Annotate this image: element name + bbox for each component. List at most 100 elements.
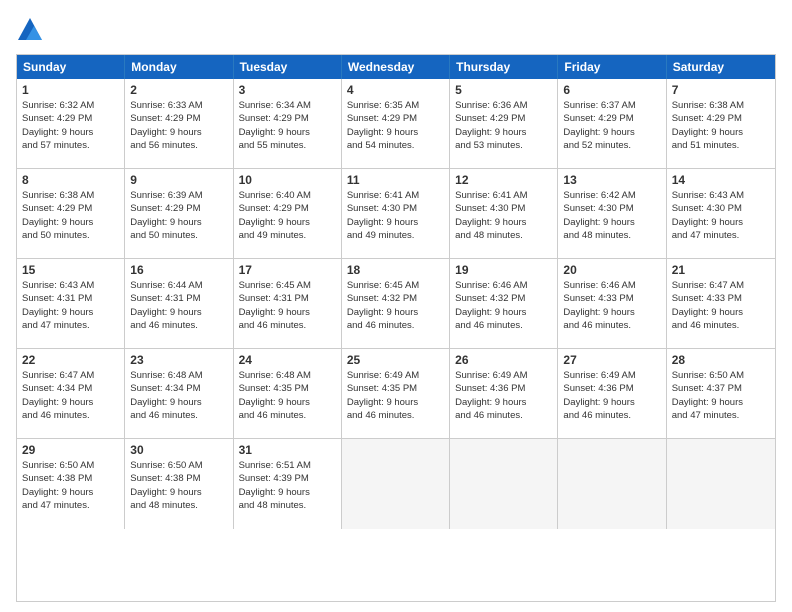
cell-info-line: Sunset: 4:33 PM: [563, 292, 660, 305]
logo-icon: [16, 16, 44, 44]
cell-info-line: and 46 minutes.: [22, 409, 119, 422]
cell-info-line: Daylight: 9 hours: [672, 396, 770, 409]
calendar-cell: 10Sunrise: 6:40 AMSunset: 4:29 PMDayligh…: [234, 169, 342, 258]
cell-info-line: and 47 minutes.: [22, 319, 119, 332]
cell-info-line: Sunrise: 6:47 AM: [22, 369, 119, 382]
calendar-cell: 23Sunrise: 6:48 AMSunset: 4:34 PMDayligh…: [125, 349, 233, 438]
cell-info-line: Sunset: 4:32 PM: [455, 292, 552, 305]
cell-info-line: Sunset: 4:30 PM: [347, 202, 444, 215]
calendar-week-2: 8Sunrise: 6:38 AMSunset: 4:29 PMDaylight…: [17, 169, 775, 259]
calendar-cell: 2Sunrise: 6:33 AMSunset: 4:29 PMDaylight…: [125, 79, 233, 168]
cell-info-line: Sunset: 4:33 PM: [672, 292, 770, 305]
cell-info-line: Sunrise: 6:35 AM: [347, 99, 444, 112]
cell-info-line: and 46 minutes.: [455, 319, 552, 332]
calendar-body: 1Sunrise: 6:32 AMSunset: 4:29 PMDaylight…: [17, 79, 775, 529]
cell-info-line: Daylight: 9 hours: [130, 486, 227, 499]
cell-info-line: Sunrise: 6:50 AM: [672, 369, 770, 382]
cell-info-line: Sunset: 4:38 PM: [22, 472, 119, 485]
day-number: 19: [455, 263, 552, 277]
cell-info-line: Sunrise: 6:33 AM: [130, 99, 227, 112]
calendar-cell: 17Sunrise: 6:45 AMSunset: 4:31 PMDayligh…: [234, 259, 342, 348]
calendar-cell: [450, 439, 558, 529]
calendar-cell: 16Sunrise: 6:44 AMSunset: 4:31 PMDayligh…: [125, 259, 233, 348]
day-number: 21: [672, 263, 770, 277]
cell-info-line: Sunrise: 6:46 AM: [455, 279, 552, 292]
cell-info-line: Daylight: 9 hours: [563, 126, 660, 139]
cell-info-line: Daylight: 9 hours: [347, 396, 444, 409]
cell-info-line: Sunrise: 6:42 AM: [563, 189, 660, 202]
weekday-header-sunday: Sunday: [17, 55, 125, 79]
cell-info-line: Sunset: 4:34 PM: [130, 382, 227, 395]
cell-info-line: and 48 minutes.: [130, 499, 227, 512]
cell-info-line: and 52 minutes.: [563, 139, 660, 152]
cell-info-line: Sunset: 4:35 PM: [347, 382, 444, 395]
weekday-header-friday: Friday: [558, 55, 666, 79]
calendar-cell: 26Sunrise: 6:49 AMSunset: 4:36 PMDayligh…: [450, 349, 558, 438]
cell-info-line: Sunrise: 6:48 AM: [239, 369, 336, 382]
cell-info-line: and 46 minutes.: [239, 409, 336, 422]
cell-info-line: Sunset: 4:32 PM: [347, 292, 444, 305]
day-number: 25: [347, 353, 444, 367]
calendar-cell: 20Sunrise: 6:46 AMSunset: 4:33 PMDayligh…: [558, 259, 666, 348]
cell-info-line: Sunset: 4:29 PM: [563, 112, 660, 125]
weekday-header-saturday: Saturday: [667, 55, 775, 79]
cell-info-line: and 49 minutes.: [239, 229, 336, 242]
cell-info-line: and 57 minutes.: [22, 139, 119, 152]
day-number: 14: [672, 173, 770, 187]
calendar-cell: 12Sunrise: 6:41 AMSunset: 4:30 PMDayligh…: [450, 169, 558, 258]
cell-info-line: and 46 minutes.: [347, 409, 444, 422]
calendar-cell: 13Sunrise: 6:42 AMSunset: 4:30 PMDayligh…: [558, 169, 666, 258]
day-number: 3: [239, 83, 336, 97]
calendar-cell: 11Sunrise: 6:41 AMSunset: 4:30 PMDayligh…: [342, 169, 450, 258]
cell-info-line: Sunset: 4:29 PM: [239, 202, 336, 215]
cell-info-line: Sunset: 4:31 PM: [130, 292, 227, 305]
cell-info-line: Daylight: 9 hours: [455, 216, 552, 229]
cell-info-line: and 46 minutes.: [563, 409, 660, 422]
calendar-cell: 8Sunrise: 6:38 AMSunset: 4:29 PMDaylight…: [17, 169, 125, 258]
day-number: 22: [22, 353, 119, 367]
cell-info-line: and 48 minutes.: [563, 229, 660, 242]
calendar-cell: [667, 439, 775, 529]
cell-info-line: Sunset: 4:29 PM: [130, 112, 227, 125]
day-number: 5: [455, 83, 552, 97]
cell-info-line: Daylight: 9 hours: [239, 396, 336, 409]
cell-info-line: Sunset: 4:35 PM: [239, 382, 336, 395]
cell-info-line: Sunrise: 6:50 AM: [22, 459, 119, 472]
cell-info-line: and 47 minutes.: [22, 499, 119, 512]
cell-info-line: Sunrise: 6:44 AM: [130, 279, 227, 292]
cell-info-line: Sunrise: 6:45 AM: [347, 279, 444, 292]
cell-info-line: Sunset: 4:29 PM: [130, 202, 227, 215]
cell-info-line: and 55 minutes.: [239, 139, 336, 152]
cell-info-line: and 48 minutes.: [455, 229, 552, 242]
calendar-cell: 27Sunrise: 6:49 AMSunset: 4:36 PMDayligh…: [558, 349, 666, 438]
logo: [16, 16, 48, 44]
cell-info-line: Daylight: 9 hours: [563, 216, 660, 229]
cell-info-line: Daylight: 9 hours: [239, 216, 336, 229]
cell-info-line: Sunset: 4:30 PM: [672, 202, 770, 215]
cell-info-line: and 51 minutes.: [672, 139, 770, 152]
cell-info-line: Sunset: 4:29 PM: [239, 112, 336, 125]
cell-info-line: and 46 minutes.: [672, 319, 770, 332]
calendar-week-3: 15Sunrise: 6:43 AMSunset: 4:31 PMDayligh…: [17, 259, 775, 349]
cell-info-line: Daylight: 9 hours: [130, 126, 227, 139]
calendar-cell: 29Sunrise: 6:50 AMSunset: 4:38 PMDayligh…: [17, 439, 125, 529]
calendar-week-5: 29Sunrise: 6:50 AMSunset: 4:38 PMDayligh…: [17, 439, 775, 529]
cell-info-line: Sunrise: 6:36 AM: [455, 99, 552, 112]
cell-info-line: Daylight: 9 hours: [130, 306, 227, 319]
cell-info-line: Daylight: 9 hours: [347, 306, 444, 319]
day-number: 7: [672, 83, 770, 97]
cell-info-line: Daylight: 9 hours: [130, 396, 227, 409]
cell-info-line: Sunset: 4:39 PM: [239, 472, 336, 485]
calendar-cell: 14Sunrise: 6:43 AMSunset: 4:30 PMDayligh…: [667, 169, 775, 258]
cell-info-line: Sunrise: 6:47 AM: [672, 279, 770, 292]
calendar-week-4: 22Sunrise: 6:47 AMSunset: 4:34 PMDayligh…: [17, 349, 775, 439]
cell-info-line: Sunrise: 6:32 AM: [22, 99, 119, 112]
calendar-cell: 9Sunrise: 6:39 AMSunset: 4:29 PMDaylight…: [125, 169, 233, 258]
day-number: 23: [130, 353, 227, 367]
cell-info-line: and 49 minutes.: [347, 229, 444, 242]
cell-info-line: Daylight: 9 hours: [672, 126, 770, 139]
cell-info-line: Sunrise: 6:43 AM: [22, 279, 119, 292]
cell-info-line: Daylight: 9 hours: [455, 396, 552, 409]
cell-info-line: Sunrise: 6:38 AM: [672, 99, 770, 112]
cell-info-line: Daylight: 9 hours: [347, 216, 444, 229]
